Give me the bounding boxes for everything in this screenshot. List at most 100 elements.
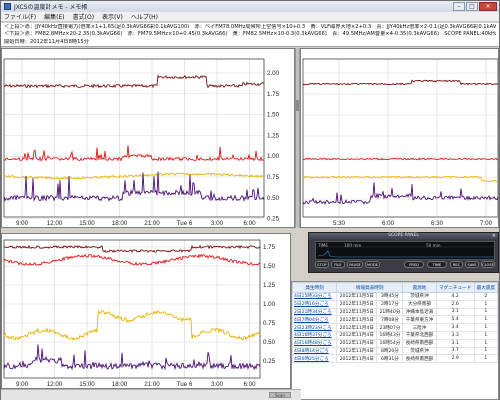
table-cell: 長崎県南西部 bbox=[402, 354, 437, 364]
earthquake-list-panel: 発生時刻 情報発表時刻 震源地 マグニチュード 最大震度 4日15時33分ごろ 2… bbox=[291, 281, 499, 400]
table-cell: 千葉県東方沖 bbox=[402, 315, 437, 325]
tl-y-tick: 1.75 bbox=[267, 91, 280, 98]
table-cell: 16時54分 bbox=[376, 338, 404, 348]
window-title: JXCSの温度計メモ - メモ帳 bbox=[14, 4, 88, 11]
scope-freq-button[interactable]: FREQ bbox=[404, 261, 424, 268]
tl-x-tick: 21:00 bbox=[144, 220, 160, 227]
table-cell: 2012年11月5日 bbox=[336, 299, 378, 309]
table-cell: 2012年11月5日 bbox=[336, 292, 378, 301]
tl-x-tick: 18:00 bbox=[112, 220, 128, 227]
menu-view[interactable]: 表示(V) bbox=[102, 12, 123, 21]
quake-link[interactable]: 4日16時48分ごろ bbox=[292, 338, 338, 348]
menu-help[interactable]: ヘルプ(H) bbox=[131, 12, 158, 21]
scope-file-button[interactable]: FILE bbox=[331, 261, 345, 268]
table-row[interactable]: 4日15時33分ごろ 2012年11月5日 3時45分 茨城県沖 4.2 2 bbox=[292, 292, 498, 301]
table-row[interactable]: 5日2時16分ごろ 2012年11月5日 2時17分 大分県南部 2.6 1 bbox=[292, 299, 498, 309]
scope-stop-button[interactable]: STOP bbox=[315, 261, 329, 268]
tl-y-tick: 0.75 bbox=[267, 174, 280, 181]
col-magnitude[interactable]: マグニチュード bbox=[435, 282, 475, 293]
table-cell: 2.9 bbox=[435, 354, 475, 364]
tr-trace-red bbox=[302, 157, 498, 161]
col-occurred[interactable]: 発生時刻 bbox=[292, 282, 338, 293]
table-row[interactable]: 4日16時37分ごろ 2012年11月4日 16時43分 千葉県北西部 3.3 1 bbox=[292, 330, 498, 340]
quake-link[interactable]: 4日15時33分ごろ bbox=[292, 292, 338, 301]
tl-y-tick: 1.25 bbox=[267, 132, 280, 139]
tl-trace-yellow bbox=[4, 172, 265, 180]
table-row[interactable]: 2日23時23分ごろ 2012年11月4日 23時07分 三陸沖 3.4 1 bbox=[292, 323, 498, 332]
table-row[interactable]: 4日16時48分ごろ 2012年11月4日 16時54分 長崎県南西部 3.1 1 bbox=[292, 338, 498, 348]
col-intensity[interactable]: 最大震度 bbox=[473, 282, 498, 293]
scope-close-button[interactable]: CLOSE bbox=[481, 261, 495, 268]
scope-trace bbox=[316, 246, 494, 258]
scope-pause-button[interactable]: PAUSE bbox=[347, 261, 363, 268]
table-cell: 23時07分 bbox=[376, 323, 404, 332]
maximize-button[interactable]: □ bbox=[466, 2, 478, 11]
table-cell: 7時08分 bbox=[376, 315, 404, 325]
scope-rec-button[interactable]: REC bbox=[450, 261, 463, 268]
table-cell: 2012年11月5日 bbox=[336, 307, 378, 317]
table-cell: 1 bbox=[473, 354, 498, 364]
scope-titlebar: SCOPE PANEL × bbox=[309, 233, 498, 239]
tr-x-tick: 7:00 bbox=[480, 220, 493, 227]
hscroll-thumb[interactable]: Scan bbox=[269, 392, 291, 398]
quake-link[interactable]: 2日23時23分ごろ bbox=[292, 323, 338, 332]
close-button[interactable]: ✕ bbox=[479, 2, 497, 11]
bl-trace-purple bbox=[3, 344, 261, 371]
table-cell: 大分県南部 bbox=[402, 299, 437, 309]
tl-y-tick: 1.00 bbox=[267, 153, 280, 160]
menu-file[interactable]: ファイル(F) bbox=[4, 12, 36, 21]
scope-save-button[interactable]: SAVE bbox=[465, 261, 479, 268]
scope-mode-button[interactable]: MODE bbox=[365, 261, 380, 268]
table-row[interactable]: 4日8時14分ごろ 2012年11月4日 8時20分 茨城県沖 3.7 1 bbox=[292, 346, 498, 356]
table-cell: 2012年11月5日 bbox=[336, 315, 378, 325]
table-cell: 2 bbox=[473, 292, 498, 301]
table-cell: 4.2 bbox=[435, 292, 475, 301]
table-row[interactable]: 4日7時04分ごろ 2012年11月5日 7時08分 千葉県東方沖 5.4 1 bbox=[292, 315, 498, 325]
table-cell: 茨城県沖 bbox=[402, 292, 437, 301]
bl-x-tick: 6:00 bbox=[243, 381, 256, 388]
scroll-thumb[interactable] bbox=[296, 100, 299, 111]
earthquake-table: 発生時刻 情報発表時刻 震源地 マグニチュード 最大震度 4日15時33分ごろ 2… bbox=[292, 282, 498, 364]
minimize-button[interactable]: – bbox=[453, 2, 465, 11]
table-row[interactable]: 2日21時34分ごろ 2012年11月5日 21時40分 沖縄本島近海 3.1 1 bbox=[292, 307, 498, 317]
bl-y-tick: 1.25 bbox=[263, 282, 276, 289]
quake-link[interactable]: 5日2時16分ごろ bbox=[292, 299, 338, 309]
menu-bar: ファイル(F) 編集(E) 書式(O) 表示(V) ヘルプ(H) bbox=[1, 12, 499, 22]
table-cell: 3.4 bbox=[435, 323, 475, 332]
table-cell: 千葉県北西部 bbox=[402, 330, 437, 340]
chart-top-left-svg: 2.00 1.75 1.50 1.25 1.00 0.75 0.50 0.25 9:00 12:0… bbox=[3, 58, 280, 227]
bl-trace-yellow bbox=[3, 309, 261, 342]
bl-y-tick: 0.75 bbox=[263, 320, 276, 327]
quake-link[interactable]: 4日6時25分ごろ bbox=[292, 354, 338, 364]
col-announced[interactable]: 情報発表時刻 bbox=[336, 282, 404, 293]
memo-text-area[interactable]: ＜上段＞赤：JJY40kHz直接電力(倍率×1+1.65(足0.3kAVG66彩… bbox=[1, 23, 499, 47]
menu-edit[interactable]: 編集(E) bbox=[44, 12, 64, 21]
table-cell: 1 bbox=[473, 338, 498, 348]
bl-y-tick: 0.50 bbox=[263, 339, 276, 346]
table-cell: 3時45分 bbox=[376, 292, 404, 301]
menu-format[interactable]: 書式(O) bbox=[73, 12, 94, 21]
table-cell: 2時17分 bbox=[376, 299, 404, 309]
bl-y-tick: 1.50 bbox=[263, 263, 276, 270]
quake-link[interactable]: 4日7時04分ごろ bbox=[292, 315, 338, 325]
table-cell: 2012年11月4日 bbox=[336, 338, 378, 348]
app-window: JXCSの温度計メモ - メモ帳 – □ ✕ ファイル(F) 編集(E) 書式(… bbox=[0, 0, 500, 400]
table-cell: 16時43分 bbox=[376, 330, 404, 340]
quake-link[interactable]: 4日16時37分ごろ bbox=[292, 330, 338, 340]
table-cell: 5.4 bbox=[435, 315, 475, 325]
window-controls: – □ ✕ bbox=[453, 2, 497, 11]
tl-y-tick: 0.25 bbox=[267, 216, 280, 223]
bl-x-tick: Tue 6 bbox=[177, 381, 193, 388]
scope-screen: TIME 100 min 50 min bbox=[315, 241, 495, 260]
scope-time-button[interactable]: TIME bbox=[427, 261, 447, 268]
quake-link[interactable]: 2日21時34分ごろ bbox=[292, 307, 338, 317]
tr-trace-yellow bbox=[302, 175, 498, 183]
bl-x-tick: 21:00 bbox=[144, 381, 160, 388]
table-row[interactable]: 4日6時25分ごろ 2012年11月4日 6時31分 長崎県南西部 2.9 1 bbox=[292, 354, 498, 364]
table-cell: 2.6 bbox=[435, 299, 475, 309]
col-epicenter[interactable]: 震源地 bbox=[402, 282, 437, 293]
tl-x-tick: 12:00 bbox=[47, 220, 63, 227]
scope-close-icon[interactable]: × bbox=[492, 233, 496, 239]
horizontal-scrollbar[interactable]: Scan bbox=[1, 389, 301, 400]
quake-link[interactable]: 4日8時14分ごろ bbox=[292, 346, 338, 356]
